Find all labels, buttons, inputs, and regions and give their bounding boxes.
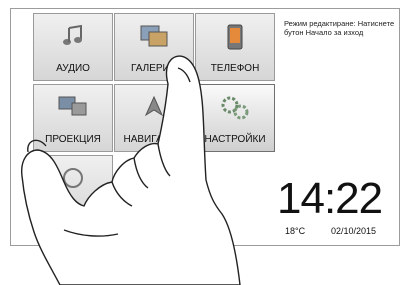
gallery-icon: [139, 24, 169, 53]
outside-temperature: 18°C: [285, 226, 306, 236]
tile-label: НАСТРОЙКИ: [204, 134, 266, 145]
navigation-icon: [142, 95, 166, 124]
tile-phone[interactable]: ТЕЛЕФОН: [195, 13, 275, 81]
tile-gallery[interactable]: ГАЛЕРИЯ: [114, 13, 194, 81]
tile-label: НАВИГАЦИЯ: [123, 134, 185, 145]
tile-onstar[interactable]: OnStar: [33, 155, 113, 223]
tile-label: ГАЛЕРИЯ: [131, 63, 177, 74]
tile-navigation[interactable]: НАВИГАЦИЯ: [114, 84, 194, 152]
settings-icon: [220, 95, 250, 126]
phone-icon: [227, 24, 243, 55]
edit-mode-message: Режим редактиране: Натиснете бутон Начал…: [284, 19, 395, 37]
tile-settings[interactable]: НАСТРОЙКИ: [195, 84, 275, 152]
projection-icon: [58, 95, 88, 122]
tile-label: OnStar: [57, 205, 89, 216]
tile-label: АУДИО: [56, 63, 90, 74]
onstar-icon: [61, 166, 85, 195]
tile-label: ТЕЛЕФОН: [210, 63, 260, 74]
tile-audio[interactable]: АУДИО: [33, 13, 113, 81]
tile-label: ПРОЕКЦИЯ: [45, 134, 101, 145]
clock: 14:22: [277, 174, 383, 223]
date: 02/10/2015: [331, 226, 377, 236]
infotainment-screen: АУДИО ГАЛЕРИЯ ТЕЛЕФОН ПРОЕКЦИЯ НАВИГАЦИЯ…: [10, 8, 400, 246]
music-note-icon: [61, 24, 85, 53]
tile-projection[interactable]: ПРОЕКЦИЯ: [33, 84, 113, 152]
